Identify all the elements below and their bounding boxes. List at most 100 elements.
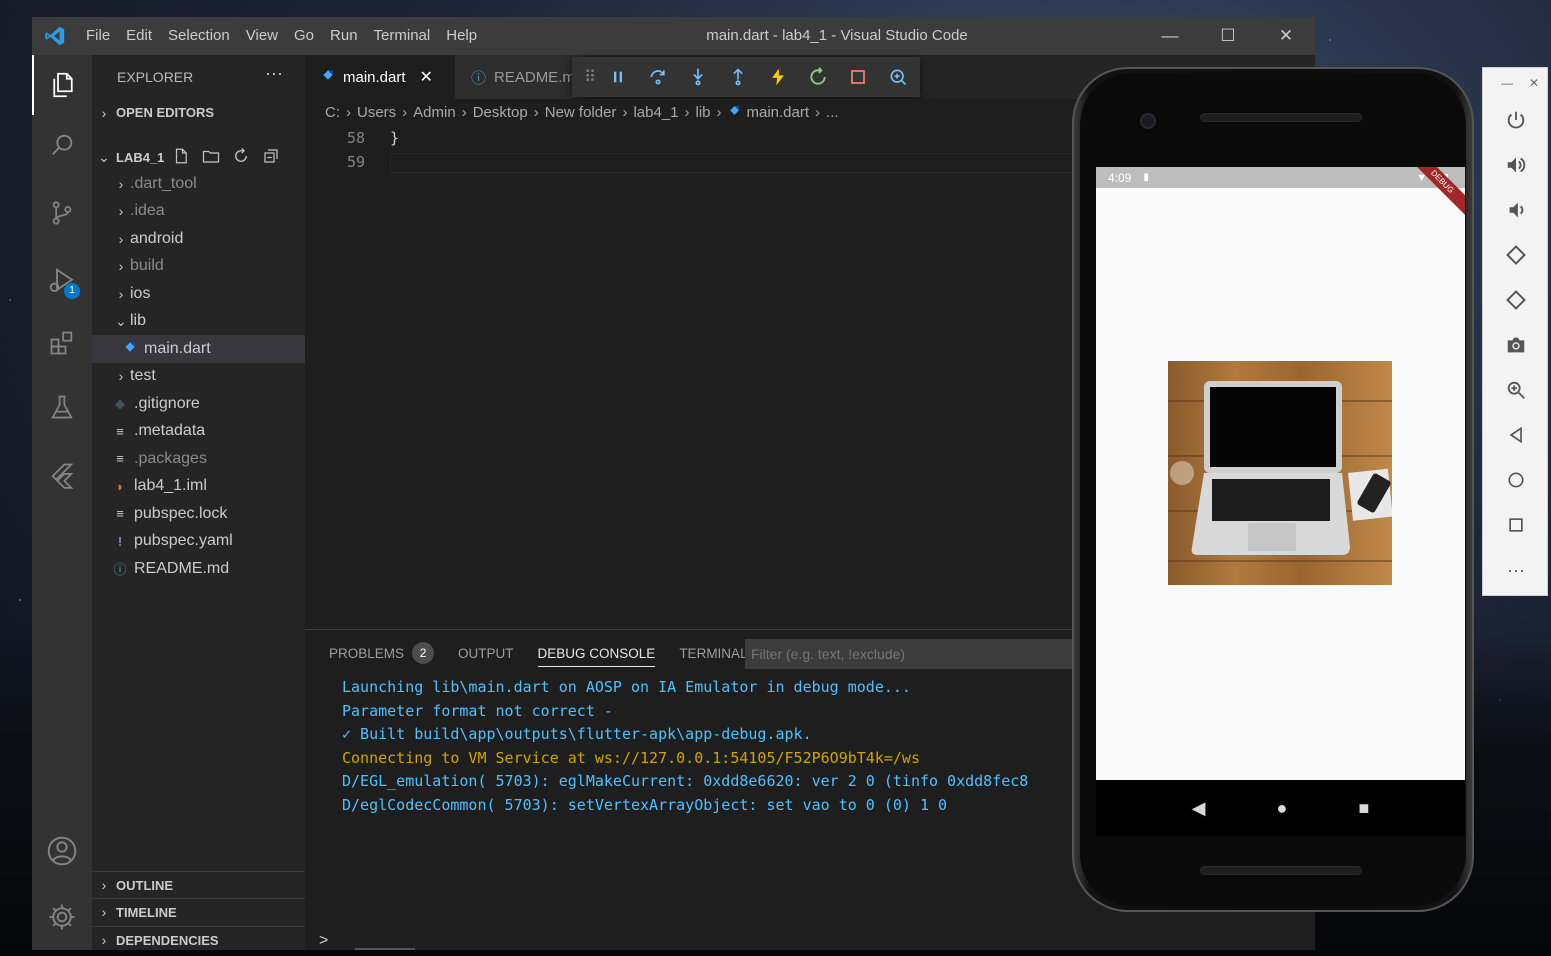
tab-main-dart[interactable]: main.dart ✕	[305, 55, 455, 99]
outline-section[interactable]: › OUTLINE	[92, 871, 305, 898]
breadcrumb-project[interactable]: lab4_1	[633, 104, 678, 121]
chevron-right-icon: ›	[118, 258, 124, 275]
menu-file[interactable]: File	[78, 17, 118, 55]
tree-item-iml[interactable]: ◗ lab4_1.iml	[92, 473, 305, 501]
panel-tab-problems[interactable]: PROBLEMS 2	[329, 630, 435, 676]
tree-item-packages[interactable]: ≡ .packages	[92, 445, 305, 473]
menu-terminal[interactable]: Terminal	[366, 17, 439, 55]
new-file-icon[interactable]	[172, 147, 190, 168]
minimize-button[interactable]: —	[1141, 17, 1199, 55]
chevron-right-icon: ›	[118, 175, 124, 192]
home-circle-icon[interactable]	[1483, 458, 1549, 502]
menu-run[interactable]: Run	[322, 17, 366, 55]
source-control-icon[interactable]	[32, 183, 92, 243]
back-button[interactable]: ◀	[1192, 798, 1206, 819]
menu-go[interactable]: Go	[286, 17, 322, 55]
tree-item-android[interactable]: › android	[92, 225, 305, 253]
emulator-minimize-button[interactable]: —	[1501, 76, 1513, 90]
info-file-icon: ⓘ	[471, 69, 487, 87]
explorer-title: EXPLORER	[117, 69, 194, 85]
menu-bar: File Edit Selection View Go Run Terminal…	[78, 17, 485, 55]
console-line: Parameter format not correct -	[342, 701, 613, 720]
pause-icon[interactable]	[598, 57, 638, 97]
sd-card-icon: ▮	[1143, 172, 1149, 183]
project-section[interactable]: ⌄ LAB4_1	[92, 144, 305, 171]
close-window-button[interactable]: ✕	[1257, 17, 1315, 55]
tree-item-build[interactable]: › build	[92, 253, 305, 281]
breadcrumb-symbol[interactable]: ...	[826, 104, 839, 121]
extensions-icon[interactable]	[32, 313, 92, 373]
emulator-screen[interactable]: 4:09 ▮ ▼ ▮ DEBUG	[1096, 167, 1465, 780]
breadcrumb-admin[interactable]: Admin	[413, 104, 456, 121]
back-triangle-icon[interactable]	[1483, 413, 1549, 457]
drag-handle-icon[interactable]: ⠿	[582, 57, 598, 97]
flutter-icon[interactable]	[32, 445, 92, 505]
camera-screenshot-icon[interactable]	[1483, 323, 1549, 367]
menu-edit[interactable]: Edit	[118, 17, 160, 55]
breadcrumb-drive[interactable]: C:	[325, 104, 340, 121]
panel-tab-terminal[interactable]: TERMINAL	[679, 630, 747, 676]
panel-tab-debug-console[interactable]: DEBUG CONSOLE	[537, 630, 656, 676]
menu-view[interactable]: View	[238, 17, 286, 55]
breadcrumb-new-folder[interactable]: New folder	[545, 104, 617, 121]
zoom-icon[interactable]	[1483, 368, 1549, 412]
volume-up-icon[interactable]	[1483, 143, 1549, 187]
tree-item-test[interactable]: › test	[92, 363, 305, 391]
timeline-section[interactable]: › TIMELINE	[92, 898, 305, 925]
step-into-icon[interactable]	[678, 57, 718, 97]
tree-item-idea[interactable]: › .idea	[92, 198, 305, 226]
horizontal-scrollbar[interactable]	[355, 948, 415, 950]
refresh-icon[interactable]	[232, 147, 250, 168]
tree-item-lib[interactable]: ⌄ lib	[92, 308, 305, 336]
inspect-widget-icon[interactable]	[878, 57, 918, 97]
rotate-right-icon[interactable]	[1483, 278, 1549, 322]
recents-button[interactable]: ■	[1359, 798, 1370, 819]
menu-help[interactable]: Help	[438, 17, 485, 55]
console-line: D/EGL_emulation( 5703): eglMakeCurrent: …	[342, 772, 1029, 791]
power-icon[interactable]	[1483, 98, 1549, 142]
breadcrumb-lib[interactable]: lib	[695, 104, 710, 121]
panel-tab-output[interactable]: OUTPUT	[458, 630, 514, 676]
tree-item-gitignore[interactable]: ◆ .gitignore	[92, 390, 305, 418]
maximize-button[interactable]: ☐	[1199, 17, 1257, 55]
run-debug-icon[interactable]: 1	[32, 251, 92, 311]
search-icon[interactable]	[32, 115, 92, 175]
tree-item-ios[interactable]: › ios	[92, 280, 305, 308]
breadcrumb-users[interactable]: Users	[357, 104, 396, 121]
panel-tab-label: DEBUG CONSOLE	[537, 645, 656, 661]
more-options-icon[interactable]: ···	[1483, 548, 1549, 592]
debug-toolbar: ⠿	[572, 57, 920, 97]
tree-item-dart-tool[interactable]: › .dart_tool	[92, 170, 305, 198]
explorer-icon[interactable]	[32, 55, 92, 115]
rotate-left-icon[interactable]	[1483, 233, 1549, 277]
stop-icon[interactable]	[838, 57, 878, 97]
step-out-icon[interactable]	[718, 57, 758, 97]
volume-down-icon[interactable]	[1483, 188, 1549, 232]
tree-item-pubspec-lock[interactable]: ≡ pubspec.lock	[92, 500, 305, 528]
hot-reload-icon[interactable]	[758, 57, 798, 97]
breadcrumb-desktop[interactable]: Desktop	[473, 104, 528, 121]
dependencies-section[interactable]: › DEPENDENCIES	[92, 926, 305, 950]
emulator-close-button[interactable]: ✕	[1529, 76, 1539, 90]
collapse-all-icon[interactable]	[262, 147, 280, 168]
tree-item-main-dart[interactable]: main.dart	[92, 335, 305, 363]
restart-icon[interactable]	[798, 57, 838, 97]
breadcrumb-file[interactable]: main.dart	[747, 104, 810, 121]
close-tab-icon[interactable]: ✕	[420, 67, 433, 87]
overview-square-icon[interactable]	[1483, 503, 1549, 547]
manage-gear-icon[interactable]	[32, 887, 92, 947]
home-button[interactable]: ●	[1277, 798, 1288, 819]
tab-readme[interactable]: ⓘ README.md	[455, 55, 585, 99]
step-over-icon[interactable]	[638, 57, 678, 97]
accounts-icon[interactable]	[32, 821, 92, 881]
console-prompt[interactable]: >	[319, 932, 328, 950]
menu-selection[interactable]: Selection	[160, 17, 238, 55]
tree-item-metadata[interactable]: ≡ .metadata	[92, 418, 305, 446]
explorer-more-button[interactable]: ···	[265, 63, 283, 84]
open-editors-section[interactable]: › OPEN EDITORS	[92, 99, 305, 126]
tree-item-pubspec-yaml[interactable]: ! pubspec.yaml	[92, 528, 305, 556]
new-folder-icon[interactable]	[202, 147, 220, 168]
tree-item-readme[interactable]: ⓘ README.md	[92, 555, 305, 583]
testing-icon[interactable]	[32, 377, 92, 437]
code-line: }	[390, 129, 400, 147]
